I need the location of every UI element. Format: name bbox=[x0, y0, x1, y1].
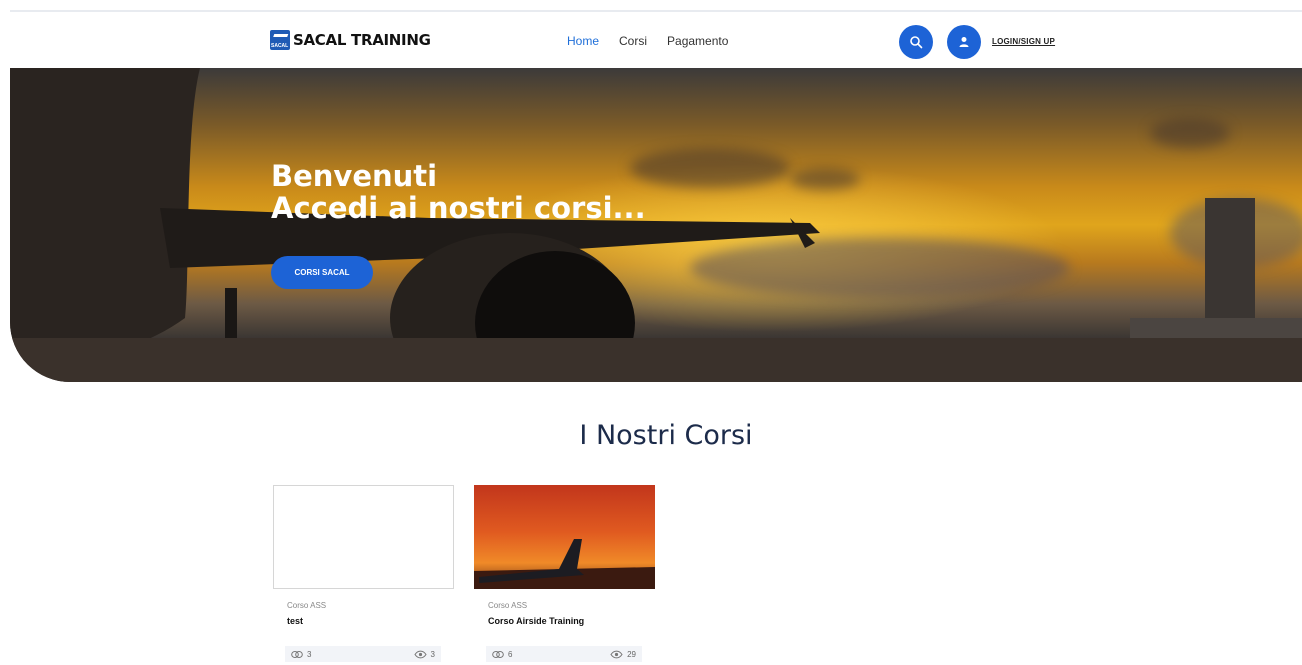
section-title: I Nostri Corsi bbox=[579, 420, 753, 451]
nav-pagamento[interactable]: Pagamento bbox=[667, 34, 728, 48]
comments-icon bbox=[492, 650, 504, 658]
hero-title: Benvenuti Accedi ai nostri corsi... bbox=[271, 160, 646, 224]
hero-banner: Benvenuti Accedi ai nostri corsi... CORS… bbox=[10, 68, 1302, 382]
views-stat: 29 bbox=[610, 650, 636, 659]
hero-title-line2: Accedi ai nostri corsi... bbox=[271, 191, 646, 225]
comments-stat: 3 bbox=[291, 650, 311, 659]
eye-icon bbox=[413, 650, 427, 658]
search-icon bbox=[910, 36, 923, 49]
search-button[interactable] bbox=[899, 25, 933, 59]
course-title[interactable]: Corso Airside Training bbox=[488, 616, 655, 626]
brand-logo[interactable]: SACAL SACAL TRAINING bbox=[270, 30, 431, 50]
course-image-sunset-plane[interactable] bbox=[474, 485, 655, 589]
views-count: 3 bbox=[430, 649, 435, 659]
comments-count: 3 bbox=[307, 649, 312, 659]
course-category: Corso ASS bbox=[287, 601, 327, 610]
course-image-blank[interactable] bbox=[273, 485, 454, 589]
course-category: Corso ASS bbox=[488, 601, 528, 610]
course-card[interactable]: Corso ASS test 3 3 bbox=[273, 485, 454, 662]
comments-icon bbox=[291, 650, 303, 658]
comments-stat: 6 bbox=[492, 650, 512, 659]
hero-title-line1: Benvenuti bbox=[271, 159, 438, 193]
plane-tail-silhouette bbox=[474, 539, 655, 589]
logo-mark-text: SACAL bbox=[271, 43, 289, 49]
views-stat: 3 bbox=[413, 649, 435, 659]
course-title[interactable]: test bbox=[287, 616, 454, 626]
brand-name: SACAL TRAINING bbox=[293, 31, 431, 49]
course-stats: 3 3 bbox=[285, 646, 441, 662]
nav-corsi[interactable]: Corsi bbox=[619, 34, 647, 48]
course-card[interactable]: Corso ASS Corso Airside Training 6 29 bbox=[474, 485, 655, 662]
user-icon bbox=[959, 37, 969, 47]
main-nav: Home Corsi Pagamento bbox=[567, 34, 728, 48]
site-header: SACAL SACAL TRAINING Home Corsi Pagament… bbox=[0, 12, 1302, 68]
user-button[interactable] bbox=[947, 25, 981, 59]
nav-home[interactable]: Home bbox=[567, 34, 599, 48]
eye-icon bbox=[610, 650, 623, 658]
course-stats: 6 29 bbox=[486, 646, 642, 662]
login-signup-link[interactable]: LOGIN/SIGN UP bbox=[992, 37, 1055, 46]
airplane-silhouette bbox=[10, 68, 1302, 382]
comments-count: 6 bbox=[508, 649, 513, 659]
views-count: 29 bbox=[627, 649, 636, 659]
corsi-sacal-button[interactable]: CORSI SACAL bbox=[271, 256, 373, 289]
sacal-logo-icon: SACAL bbox=[270, 30, 290, 50]
